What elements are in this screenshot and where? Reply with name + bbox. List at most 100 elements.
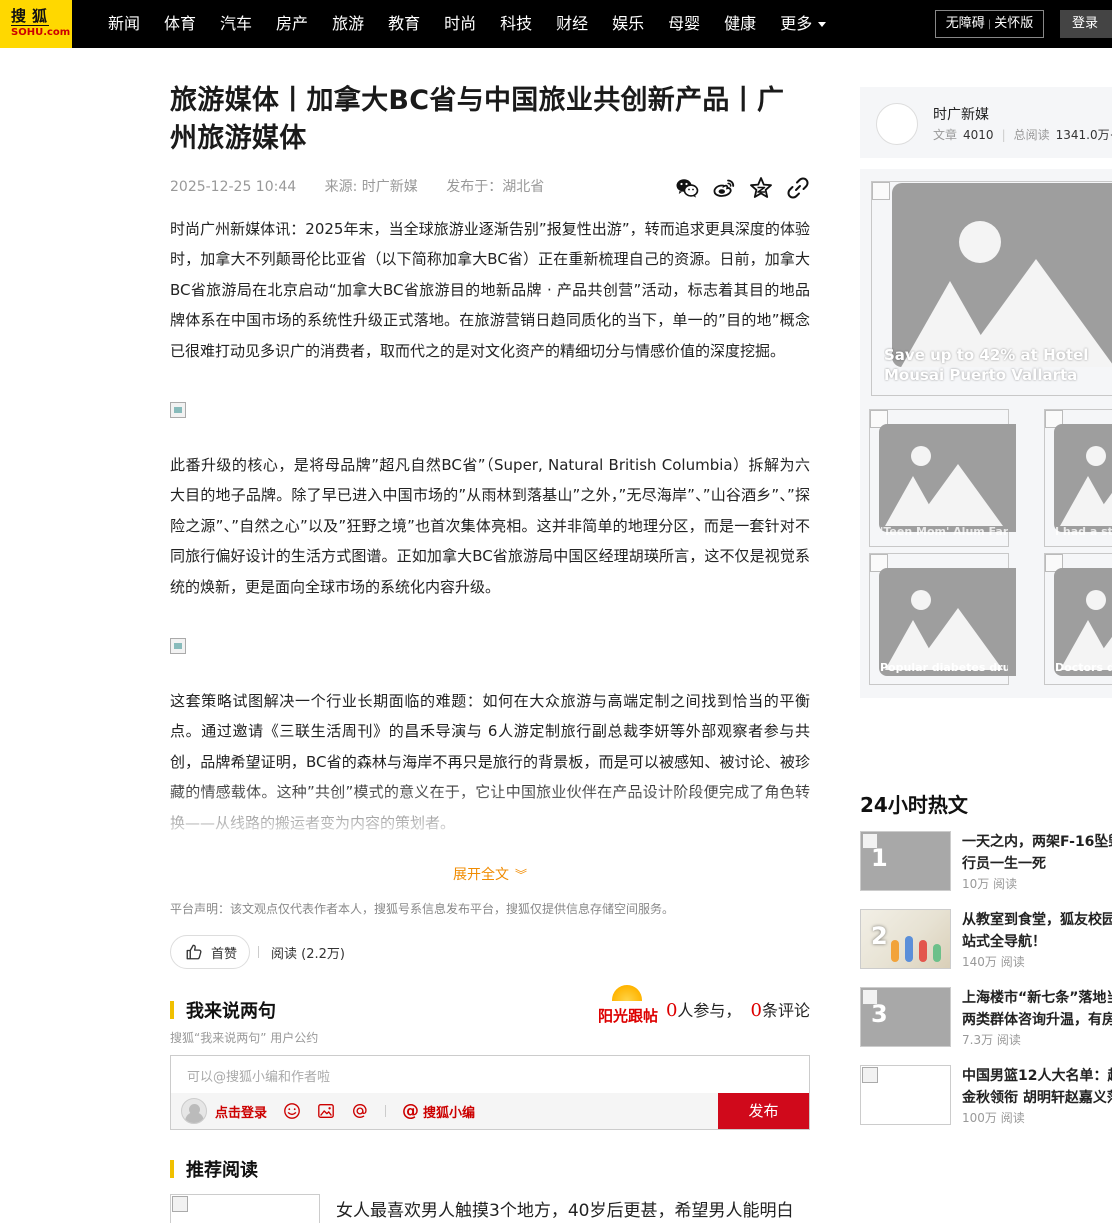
hot-item-thumbnail[interactable]: 2 (860, 909, 951, 969)
hot-item[interactable]: 中国男篮12人大名单：赵 金秋领衔 胡明轩赵嘉义落 100万 阅读 (860, 1065, 1112, 1127)
like-label: 首赞 (211, 946, 238, 962)
article-paragraph: 时尚广州新媒体讯：2025年末，当全球旅游业逐渐告别”报复性出游”，转而追求更具… (170, 220, 810, 360)
double-chevron-down-icon: ︾ (514, 868, 527, 883)
recommend-item-title[interactable]: 女人最喜欢男人触摸3个地方，40岁后更甚，希望男人能明白 (336, 1198, 806, 1223)
broken-image-icon (862, 1067, 878, 1083)
hot-item-title-line2[interactable]: 站式全导航！ (962, 931, 1112, 953)
platform-disclaimer: 平台声明：该文观点仅代表作者本人，搜狐号系信息发布平台，搜狐仅提供信息存储空间服… (170, 902, 675, 917)
author-name[interactable]: 时广新媒 (933, 104, 989, 124)
hot-item-title-line1[interactable]: 中国男篮12人大名单：赵 (962, 1065, 1112, 1087)
articles-count: 4010 (963, 128, 994, 142)
comment-box[interactable]: 可以@搜狐小编和作者啦 点击登录 @ 搜狐小编 发布 (170, 1055, 810, 1131)
illustration-figure (891, 940, 899, 962)
accessibility-button[interactable]: 无障碍 | 关怀版 (935, 10, 1044, 38)
qzone-share-icon[interactable] (749, 176, 773, 200)
nav-item-education[interactable]: 教育 (388, 0, 420, 48)
ad-panel: Save up to 42% at Hotel Mousai Puerto Va… (860, 169, 1112, 698)
hot-item-thumbnail[interactable]: 3 (860, 987, 951, 1047)
article-paragraph: 这套策略试图解决一个行业长期面临的难题：如何在大众旅游与高端定制之间找到恰当的平… (170, 692, 810, 832)
hot-item-thumbnail[interactable]: 1 (860, 831, 951, 891)
logo-chinese: 搜狐 (11, 7, 54, 26)
expand-label: 展开全文 (452, 867, 509, 884)
hot-item-title-line2[interactable]: 行员一生一死 (962, 853, 1112, 875)
at-icon: @ (402, 1101, 420, 1122)
mention-editor-button[interactable]: @ 搜狐小编 (402, 1101, 475, 1121)
illustration-figure (905, 936, 913, 962)
illustration-figure (933, 944, 941, 962)
section-accent-bar (170, 1160, 174, 1179)
hot-item-title-line1[interactable]: 一天之内，两架F-16坠毁 (962, 831, 1112, 853)
comment-count: 0 (750, 1000, 762, 1022)
broken-image-icon (872, 182, 890, 200)
hot-rank: 3 (871, 1000, 888, 1028)
like-button[interactable]: 首赞 (170, 935, 250, 970)
nav-item-fashion[interactable]: 时尚 (444, 0, 476, 48)
author-avatar[interactable] (876, 103, 918, 145)
articles-label: 文章 (933, 128, 958, 142)
recommend-thumbnail[interactable] (170, 1194, 320, 1223)
comment-input-placeholder[interactable]: 可以@搜狐小编和作者啦 (187, 1066, 330, 1085)
thumbs-up-icon (186, 944, 202, 960)
nav-item-sports[interactable]: 体育 (164, 0, 196, 48)
mention-icon[interactable] (351, 1102, 369, 1120)
publish-comment-button[interactable]: 发布 (718, 1093, 809, 1130)
placeholder-sun-icon (1086, 446, 1106, 466)
ad-tile-image[interactable] (1054, 568, 1112, 676)
comment-login-link[interactable]: 点击登录 (215, 1102, 267, 1121)
ad-tile-caption[interactable]: I had a stroke... (1055, 525, 1112, 539)
expand-full-text-button[interactable]: 展开全文 ︾ (170, 864, 810, 884)
article-source[interactable]: 来源: 时广新媒 (325, 179, 418, 195)
ad-tile-image[interactable] (879, 568, 1016, 676)
comment-count-label: 条评论 (761, 1001, 810, 1021)
nav-item-health[interactable]: 健康 (724, 0, 756, 48)
nav-item-news[interactable]: 新闻 (108, 0, 140, 48)
ad-tile-image[interactable] (1054, 424, 1112, 532)
emoji-icon[interactable] (283, 1102, 301, 1120)
nav-item-auto[interactable]: 汽车 (220, 0, 252, 48)
ad-tile-caption[interactable]: Doctors do... (1055, 661, 1112, 675)
ad-tile-caption[interactable]: Popular diabetes drug... (880, 661, 1008, 675)
placeholder-sun-icon (911, 446, 931, 466)
recommend-item[interactable]: 女人最喜欢男人触摸3个地方，40岁后更甚，希望男人能明白 (170, 1194, 810, 1223)
hot-item[interactable]: 3 上海楼市“新七条”落地当 两类群体咨询升温，有房 7.3万 阅读 (860, 987, 1112, 1049)
hot-item-title-line2[interactable]: 金秋领衔 胡明轩赵嘉义落 (962, 1087, 1112, 1109)
nav-item-entertainment[interactable]: 娱乐 (612, 0, 644, 48)
ad-main-image[interactable] (892, 183, 1112, 367)
care-mode-label: 关怀版 (994, 16, 1034, 31)
article-truncated-area: 这套策略试图解决一个行业长期面临的难题：如何在大众旅游与高端定制之间找到恰当的平… (170, 686, 810, 839)
comment-rules-link[interactable]: 搜狐“我来说两句” 用户公约 (170, 1029, 810, 1046)
ad-tile-image[interactable] (879, 424, 1016, 532)
ad-main-caption[interactable]: Save up to 42% at Hotel Mousai Puerto Va… (884, 345, 1112, 385)
nav-item-tech[interactable]: 科技 (500, 0, 532, 48)
hot-item-reads: 100万 阅读 (962, 1111, 1025, 1125)
nav-item-house[interactable]: 房产 (276, 0, 308, 48)
nav-item-baby[interactable]: 母婴 (668, 0, 700, 48)
login-button[interactable]: 登录 (1060, 10, 1112, 38)
copy-link-icon[interactable] (786, 176, 810, 200)
accessibility-label: 无障碍 (945, 16, 985, 31)
wechat-share-icon[interactable] (675, 176, 699, 200)
ad-tile-caption[interactable]: 'Teen Mom' Alum Farrah Abraham... (880, 525, 1008, 539)
hot-item[interactable]: 2 从教室到食堂，狐友校园 站式全导航！ 140万 阅读 (860, 909, 1112, 971)
placeholder-sun-icon (959, 221, 1001, 263)
hot-item-title-line1[interactable]: 上海楼市“新七条”落地当 (962, 987, 1112, 1009)
sohu-logo[interactable]: 搜狐 SOHU.com (0, 0, 72, 48)
nav-item-travel[interactable]: 旅游 (332, 0, 364, 48)
article-actions: 首赞 阅读 (2.2万) (170, 935, 810, 970)
weibo-share-icon[interactable] (712, 176, 736, 200)
hot-item[interactable]: 1 一天之内，两架F-16坠毁 行员一生一死 10万 阅读 (860, 831, 1112, 893)
nav-item-finance[interactable]: 财经 (556, 0, 588, 48)
hot-item-thumbnail[interactable] (860, 1065, 951, 1125)
nav-more-dropdown[interactable]: 更多 (780, 0, 827, 48)
author-card: 时广新媒 文章 4010 | 总阅读 1341.0万+ (860, 87, 1112, 158)
read-count: 阅读 (2.2万) (271, 946, 345, 962)
hot-item-title-line2[interactable]: 两类群体咨询升温，有房 (962, 1009, 1112, 1031)
hot-item-title-line1[interactable]: 从教室到食堂，狐友校园 (962, 909, 1112, 931)
article-meta: 2025-12-25 10:44 来源: 时广新媒 发布于：湖北省 (170, 176, 810, 204)
comments-title: 我来说两句 (186, 1001, 276, 1023)
placeholder-sun-icon (1086, 590, 1106, 610)
image-upload-icon[interactable] (317, 1102, 335, 1120)
placeholder-sun-icon (911, 590, 931, 610)
sunshine-comment-logo: 阳光跟帖 (598, 983, 658, 1025)
article: 旅游媒体丨加拿大BC省与中国旅业共创新产品丨广州旅游媒体 2025-12-25 … (170, 82, 810, 1223)
